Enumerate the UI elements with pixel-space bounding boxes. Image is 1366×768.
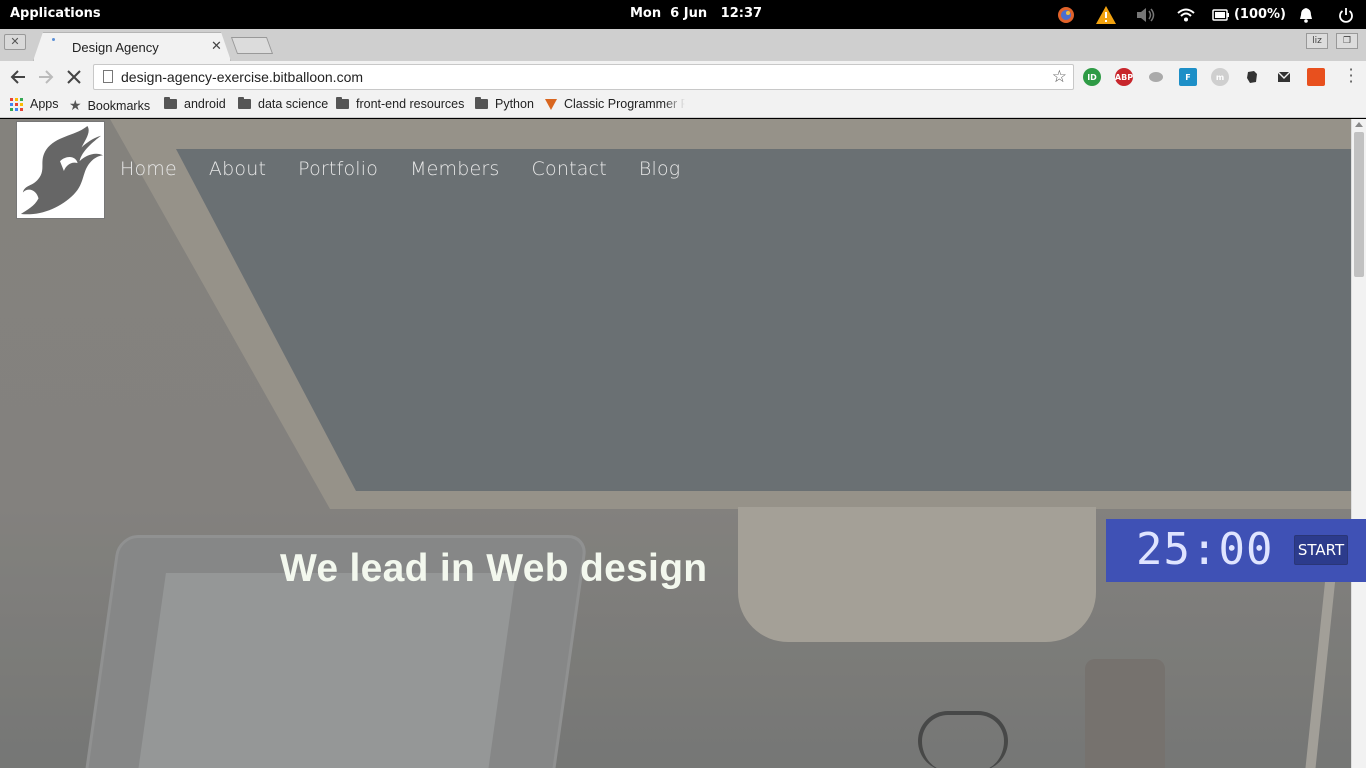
bookmark-folder-data-science[interactable]: data science <box>238 97 328 111</box>
bookmark-folder-android[interactable]: android <box>164 97 226 111</box>
bookmarks-bar: Apps ★ Bookmarks android data science fr… <box>0 93 1366 118</box>
bookmark-bookmarks[interactable]: ★ Bookmarks <box>69 97 150 114</box>
system-tray: (100%) <box>1046 0 1366 29</box>
ext-evernote-icon[interactable] <box>1243 68 1261 86</box>
ext-gray-icon[interactable] <box>1147 68 1165 86</box>
bookmark-label: Apps <box>30 97 59 111</box>
bookmark-folder-python[interactable]: Python <box>475 97 534 111</box>
firefox-icon[interactable] <box>1046 0 1086 29</box>
star-icon: ★ <box>69 97 82 113</box>
system-top-bar: Applications Mon 6 Jun 12:37 (100%) <box>0 0 1366 29</box>
stop-loading-button[interactable] <box>63 66 85 88</box>
nav-blog[interactable]: Blog <box>639 158 681 180</box>
timer-display: 25:00 <box>1136 524 1274 575</box>
window-restore-icon[interactable]: ❐ <box>1336 33 1358 49</box>
warning-icon[interactable] <box>1086 0 1126 29</box>
page-viewport: Home About Portfolio Members Contact Blo… <box>0 119 1366 768</box>
power-icon[interactable] <box>1326 0 1366 29</box>
hero-overlay <box>0 119 1351 768</box>
address-bar[interactable]: design-agency-exercise.bitballoon.com ☆ <box>93 64 1074 90</box>
battery-icon <box>1212 8 1229 21</box>
nav-portfolio[interactable]: Portfolio <box>298 158 378 180</box>
tab-close-icon[interactable]: ✕ <box>211 39 222 54</box>
ext-f-icon[interactable]: F <box>1179 68 1197 86</box>
pomodoro-timer-widget: 25:00 START <box>1106 519 1366 582</box>
timer-start-button[interactable]: START <box>1294 535 1348 565</box>
bookmark-apps[interactable]: Apps <box>10 97 59 111</box>
window-close-icon[interactable]: ✕ <box>4 34 26 50</box>
nav-about[interactable]: About <box>209 158 266 180</box>
bookmark-label: Classic Programmer F <box>564 97 685 111</box>
scrollbar-thumb[interactable] <box>1354 132 1364 277</box>
back-button[interactable] <box>7 66 29 88</box>
volume-icon[interactable] <box>1126 0 1166 29</box>
page-scrollbar[interactable] <box>1351 119 1366 768</box>
back-arrow-icon <box>10 70 25 84</box>
folder-icon <box>164 97 177 109</box>
url-text[interactable]: design-agency-exercise.bitballoon.com <box>121 69 363 85</box>
bookmark-label: android <box>184 97 226 111</box>
profile-icon[interactable]: liz <box>1306 33 1328 49</box>
ext-adblock-icon[interactable]: ABP <box>1115 68 1133 86</box>
browser-toolbar: design-agency-exercise.bitballoon.com ☆ … <box>0 61 1366 93</box>
apps-grid-icon <box>10 97 23 111</box>
ext-mail-icon[interactable] <box>1275 68 1293 86</box>
bookmark-label: Bookmarks <box>87 98 151 113</box>
hero-section: Home About Portfolio Members Contact Blo… <box>0 119 1351 768</box>
applications-menu[interactable]: Applications <box>10 6 101 21</box>
folder-icon <box>336 97 349 109</box>
notification-bell-icon[interactable] <box>1286 0 1326 29</box>
folder-icon <box>238 97 251 109</box>
tab-design-agency[interactable]: Design Agency ✕ <box>33 32 231 61</box>
bookmark-label: Python <box>495 97 534 111</box>
browser-menu-icon[interactable]: · · · <box>1348 62 1354 90</box>
wifi-icon[interactable] <box>1166 0 1206 29</box>
battery-indicator[interactable]: (100%) <box>1212 0 1286 29</box>
stop-icon <box>67 70 81 84</box>
site-logo[interactable] <box>16 121 105 219</box>
hero-title: We lead in Web design <box>280 547 708 590</box>
nav-contact[interactable]: Contact <box>532 158 607 180</box>
site-nav: Home About Portfolio Members Contact Blo… <box>120 158 712 180</box>
bookmark-label: data science <box>258 97 329 111</box>
forward-button[interactable] <box>35 66 57 88</box>
tab-title: Design Agency <box>72 40 159 55</box>
system-clock[interactable]: Mon 6 Jun 12:37 <box>630 6 762 21</box>
forward-arrow-icon <box>39 70 54 84</box>
folder-icon <box>475 97 488 109</box>
scroll-up-arrow-icon[interactable] <box>1355 122 1363 127</box>
loading-favicon-icon <box>52 38 55 41</box>
tab-strip: ✕ Design Agency ✕ liz ❐ <box>0 29 1366 61</box>
site-icon <box>545 98 557 110</box>
bookmark-folder-front-end[interactable]: front-end resources <box>336 97 464 111</box>
nav-home[interactable]: Home <box>120 158 177 180</box>
fairy-tail-logo-icon <box>20 126 104 215</box>
page-info-icon[interactable] <box>103 70 113 83</box>
bookmark-label: front-end resources <box>356 97 465 111</box>
battery-percent: (100%) <box>1233 7 1286 22</box>
nav-members[interactable]: Members <box>410 158 499 180</box>
ext-m-icon[interactable]: m <box>1211 68 1229 86</box>
bookmark-classic-programmer[interactable]: Classic Programmer F <box>545 97 685 111</box>
ext-office-icon[interactable] <box>1307 68 1325 86</box>
ext-id-icon[interactable]: ID <box>1083 68 1101 86</box>
new-tab-button[interactable] <box>230 37 274 54</box>
bookmark-star-icon[interactable]: ☆ <box>1052 67 1067 87</box>
